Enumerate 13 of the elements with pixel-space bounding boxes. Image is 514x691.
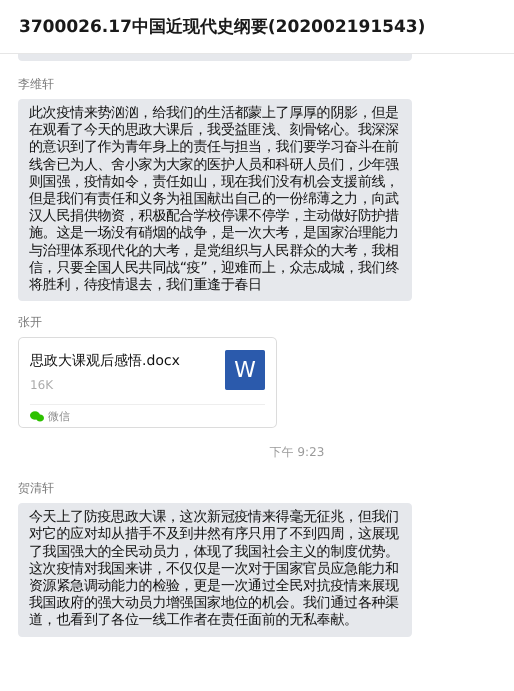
message-text: 此次疫情来势汹汹，给我们的生活都蒙上了厚厚的阴影，但是在观看了今天的思政大课后，我受益匪浅、刻骨铭心。我深深的意识到了作为青年身上的责任与担当，我们要学习奋斗在前线舍已为人、舍小家为大家的医护人员和科研人员们，少年强则国强，疫情如令，责任如山，现在我们没有机会支援前线，但是我们有责任和义务为祖国献出自己的一份绵薄之力，向武汉人民捐供物资，积极配合学校停课不停学，主动做好防护措施。这是一场没有硝烟的战争，是一次大考，是国家治理能力与治理体系现代化的大考，是党组织与人民群众的大考，我相信，只要全国人民共同战“疫”，迎难而上，众志成城，我们终将胜利，待疫情退去，我们重逢于春日: [29, 105, 400, 294]
chat-bubbles-icon: [30, 410, 44, 422]
sender-name: 张开: [18, 314, 43, 332]
file-size: 16K: [30, 378, 54, 392]
source-label: 微信: [48, 408, 70, 424]
sender-name: 贺清轩: [18, 480, 55, 498]
file-name: 思政大课观后感悟.docx: [30, 352, 180, 370]
window-title: 3700026.17中国近现代史纲要(202002191543): [19, 16, 426, 38]
file-card[interactable]: 思政大课观后感悟.docx 16K W 微信: [18, 337, 277, 428]
document-icon: W: [225, 350, 265, 390]
message-text: 今天上了防疫思政大课，这次新冠疫情来得毫无征兆，但我们对它的应对却从措手不及到井然有序只用了不到四周，这展现了我国强大的全民动员力，体现了我国社会主义的制度优势。这次疫情对我国来讲，不仅仅是一次对于国家官员应急能力和资源紧急调动能力的检验，更是一次通过全民对抗疫情来展现我国政府的强大动员力增强国家地位的机会。我们通过各种渠道，也看到了各位一线工作者在责任面前的无私奉献。: [29, 509, 400, 630]
timestamp: 下午 9:23: [270, 444, 324, 462]
sender-name: 李维轩: [18, 76, 55, 93]
